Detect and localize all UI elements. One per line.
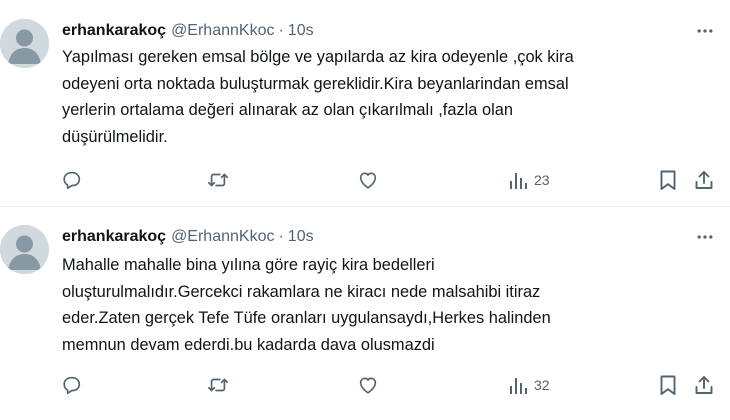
author-handle[interactable]: @ErhannKkoc bbox=[171, 228, 274, 246]
views-button[interactable]: 23 bbox=[508, 165, 550, 195]
reply-icon bbox=[61, 169, 83, 191]
tweet-header: erhankarakoç @ErhannKkoc · 10s bbox=[62, 20, 314, 42]
bookmark-icon bbox=[658, 374, 678, 396]
tweet-divider bbox=[0, 206, 730, 207]
tweet-text: Yapılması gereken emsal bölge ve yapılar… bbox=[62, 48, 574, 146]
author-handle[interactable]: @ErhannKkoc bbox=[171, 22, 274, 40]
views-icon bbox=[508, 170, 528, 190]
retweet-icon bbox=[206, 374, 230, 396]
reply-button[interactable] bbox=[61, 165, 83, 195]
separator-dot: · bbox=[278, 22, 284, 39]
like-button[interactable] bbox=[357, 370, 379, 400]
like-button[interactable] bbox=[357, 165, 379, 195]
tweet[interactable]: erhankarakoç @ErhannKkoc · 10s Yapılması… bbox=[0, 0, 730, 207]
bookmark-button[interactable] bbox=[658, 370, 678, 400]
more-dots-icon[interactable] bbox=[694, 227, 716, 247]
default-avatar-icon bbox=[0, 19, 49, 68]
share-button[interactable] bbox=[694, 370, 714, 400]
author-name[interactable]: erhankarakoç bbox=[62, 228, 166, 246]
action-bar: 23 bbox=[0, 165, 730, 195]
views-count: 23 bbox=[534, 172, 550, 188]
tweet[interactable]: erhankarakoç @ErhannKkoc · 10s Mahalle m… bbox=[0, 208, 730, 420]
retweet-icon bbox=[206, 169, 230, 191]
retweet-button[interactable] bbox=[206, 370, 230, 400]
views-count: 32 bbox=[534, 377, 550, 393]
bookmark-icon bbox=[658, 169, 678, 191]
like-icon bbox=[357, 374, 379, 396]
reply-icon bbox=[61, 374, 83, 396]
timestamp[interactable]: 10s bbox=[288, 228, 314, 246]
like-icon bbox=[357, 169, 379, 191]
tweet-text: Mahalle mahalle bina yılına göre rayiç k… bbox=[62, 256, 551, 354]
reply-button[interactable] bbox=[61, 370, 83, 400]
tweet-header: erhankarakoç @ErhannKkoc · 10s bbox=[62, 226, 314, 248]
action-bar: 32 bbox=[0, 370, 730, 400]
more-dots-icon[interactable] bbox=[694, 21, 716, 41]
share-button[interactable] bbox=[694, 165, 714, 195]
separator-dot: · bbox=[278, 228, 284, 245]
avatar[interactable] bbox=[0, 225, 49, 274]
bookmark-button[interactable] bbox=[658, 165, 678, 195]
timestamp[interactable]: 10s bbox=[288, 22, 314, 40]
default-avatar-icon bbox=[0, 225, 49, 274]
avatar[interactable] bbox=[0, 19, 49, 68]
author-name[interactable]: erhankarakoç bbox=[62, 22, 166, 40]
share-icon bbox=[694, 374, 714, 396]
views-icon bbox=[508, 375, 528, 395]
share-icon bbox=[694, 169, 714, 191]
views-button[interactable]: 32 bbox=[508, 370, 550, 400]
retweet-button[interactable] bbox=[206, 165, 230, 195]
